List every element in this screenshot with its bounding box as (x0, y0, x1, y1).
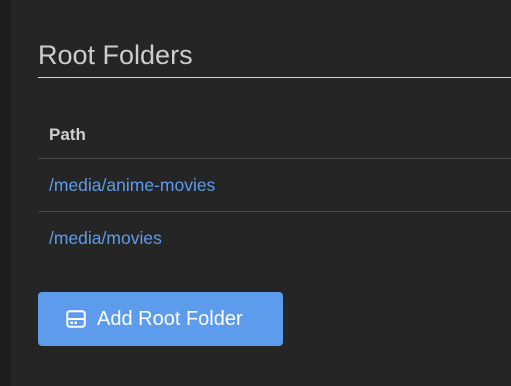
column-header-path: Path (49, 124, 86, 144)
add-root-folder-label: Add Root Folder (97, 307, 243, 330)
root-folders-table: Path /media/anime-movies /media/movies (38, 111, 511, 264)
section-title: Root Folders (38, 0, 511, 78)
sidebar-edge (0, 0, 11, 386)
drive-icon (66, 310, 86, 328)
table-header-row: Path (38, 111, 511, 159)
table-row: /media/movies (38, 212, 511, 264)
root-folder-link[interactable]: /media/anime-movies (38, 175, 215, 196)
root-folder-link[interactable]: /media/movies (38, 228, 162, 249)
add-root-folder-button[interactable]: Add Root Folder (38, 292, 283, 346)
settings-page: Root Folders Path /media/anime-movies /m… (0, 0, 511, 386)
root-folders-section: Root Folders Path /media/anime-movies /m… (38, 0, 511, 248)
table-row: /media/anime-movies (38, 159, 511, 212)
